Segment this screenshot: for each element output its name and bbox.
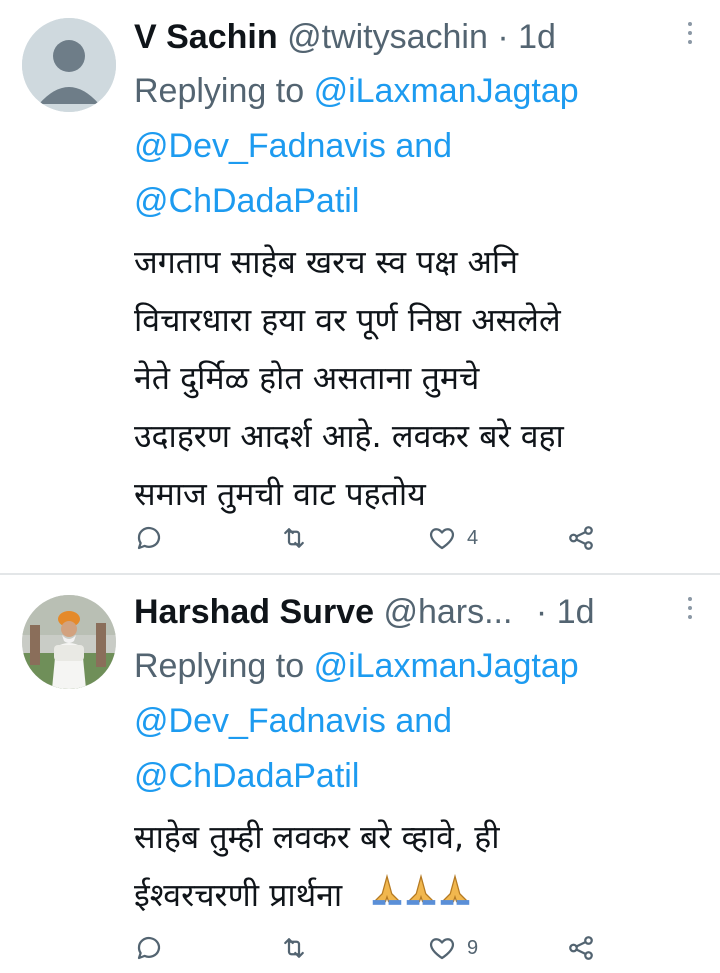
tweet-header: V Sachin @twitysachin · 1d <box>134 14 692 60</box>
tweet-text-line: जगताप साहेब खरच स्व पक्ष अनि <box>134 243 518 281</box>
tweet-text-line: विचारधारा हया वर पूर्ण निष्ठा असलेले <box>134 301 561 339</box>
tweet-header: Harshad Surve @hars... · 1d <box>134 589 692 635</box>
author-name[interactable]: V Sachin <box>134 18 278 56</box>
and-label[interactable]: and <box>395 127 452 165</box>
mention-link[interactable]: @ChDadaPatil <box>134 182 359 220</box>
share-button[interactable] <box>566 930 596 966</box>
like-button[interactable]: 9 <box>427 930 478 966</box>
tweet-content: Harshad Surve @hars... · 1d Replying to … <box>134 589 692 926</box>
and-label[interactable]: and <box>395 702 452 740</box>
retweet-button[interactable] <box>279 930 309 966</box>
mention-link[interactable]: @ChDadaPatil <box>134 757 359 795</box>
tweet-text-line-with-emoji: ईश्वरचरणी प्रार्थना <box>134 866 680 926</box>
retweet-icon <box>284 528 304 548</box>
tweet-1[interactable]: V Sachin @twitysachin · 1d Replying to @… <box>0 0 720 573</box>
folded-hands-icon <box>407 873 436 905</box>
folded-hands-icon <box>373 873 402 905</box>
mention-link[interactable]: @Dev_Fadnavis <box>134 702 386 740</box>
tweet-text: साहेब तुम्ही लवकर बरे व्हावे, ही ईश्वरचर… <box>134 808 680 926</box>
like-count: 9 <box>467 936 479 959</box>
tweet-content: V Sachin @twitysachin · 1d Replying to @… <box>134 14 692 523</box>
tweet-2[interactable]: Harshad Surve @hars... · 1d Replying to … <box>0 575 720 973</box>
reply-button[interactable] <box>134 930 164 966</box>
author-name[interactable]: Harshad Surve <box>134 593 374 631</box>
more-options-icon[interactable] <box>686 597 694 627</box>
heart-icon <box>429 938 455 960</box>
mention-link[interactable]: @iLaxmanJagtap <box>314 72 579 110</box>
mention-link[interactable]: @Dev_Fadnavis <box>134 127 386 165</box>
avatar[interactable] <box>22 595 116 689</box>
separator-dot: · <box>497 18 509 56</box>
replying-to: Replying to @iLaxmanJagtap @Dev_Fadnavis… <box>134 639 680 804</box>
avatar[interactable] <box>22 18 116 112</box>
share-icon <box>569 936 593 960</box>
default-avatar-icon <box>22 18 116 112</box>
mention-link[interactable]: @iLaxmanJagtap <box>314 647 579 685</box>
timestamp[interactable]: 1d <box>557 593 595 631</box>
tweet-text-line: समाज तुमची वाट पहतोय <box>134 475 426 513</box>
profile-photo <box>22 595 116 689</box>
tweet-text-line: ईश्वरचरणी प्रार्थना <box>134 876 343 914</box>
tweet-actions: 4 <box>134 520 614 556</box>
replying-label: Replying to <box>134 647 305 685</box>
timestamp[interactable]: 1d <box>518 18 556 56</box>
author-handle[interactable]: @twitysachin <box>287 18 488 56</box>
reply-button[interactable] <box>134 520 164 556</box>
replying-label: Replying to <box>134 72 305 110</box>
more-options-icon[interactable] <box>686 22 694 52</box>
tweet-text-line: नेते दुर्मिळ होत असताना तुमचे <box>134 359 480 397</box>
author-handle[interactable]: @hars... <box>383 593 512 631</box>
reply-icon <box>137 526 161 550</box>
retweet-button[interactable] <box>279 520 309 556</box>
tweet-text: जगताप साहेब खरच स्व पक्ष अनि विचारधारा ह… <box>134 233 680 523</box>
tweet-text-line: साहेब तुम्ही लवकर बरे व्हावे, ही <box>134 818 500 856</box>
separator-dot: · <box>535 593 548 631</box>
folded-hands-icon <box>441 873 470 905</box>
like-button[interactable]: 4 <box>427 520 478 556</box>
replying-to: Replying to @iLaxmanJagtap @Dev_Fadnavis… <box>134 64 680 229</box>
folded-hands-emoji-group <box>368 868 470 926</box>
retweet-icon <box>284 938 304 958</box>
share-button[interactable] <box>566 520 596 556</box>
tweet-text-line: उदाहरण आदर्श आहे. लवकर बरे वहा <box>134 417 564 455</box>
share-icon <box>569 526 593 550</box>
like-count: 4 <box>467 526 479 549</box>
heart-icon <box>429 528 455 550</box>
tweet-actions: 9 <box>134 930 614 966</box>
reply-icon <box>137 936 161 960</box>
